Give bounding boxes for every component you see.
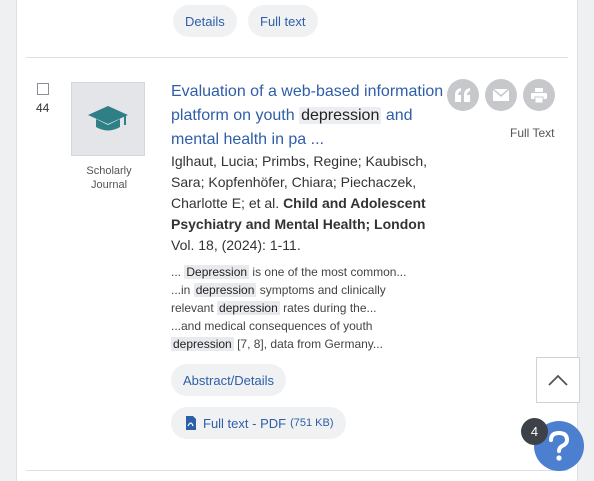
snippet-highlight: depression <box>217 301 280 315</box>
result-divider <box>26 470 568 471</box>
select-result-checkbox[interactable] <box>37 83 49 95</box>
email-icon[interactable] <box>485 79 517 111</box>
full-text-availability: Full Text <box>510 126 555 140</box>
result-divider <box>26 57 568 58</box>
result-number: 44 <box>36 101 50 115</box>
pdf-icon <box>186 416 196 430</box>
snippet-highlight: depression <box>193 283 257 297</box>
pdf-label: Full text - PDF <box>203 415 287 431</box>
graduation-cap-icon <box>88 106 128 131</box>
title-highlight: depression <box>299 107 382 124</box>
chevron-up-icon <box>548 374 568 386</box>
notification-badge: 4 <box>521 418 548 445</box>
pdf-size: (751 KB) <box>290 417 334 429</box>
snippet-highlight: Depression <box>184 265 250 279</box>
volume-info: Vol. 18, (2024): 1-11. <box>171 237 301 253</box>
citation-info: Iglhaut, Lucia; Primbs, Regine; Kaubisch… <box>171 151 441 256</box>
result-title-link[interactable]: Evaluation of a web-based information pl… <box>171 80 456 152</box>
abstract-details-button[interactable]: Abstract/Details <box>171 364 287 396</box>
full-text-pdf-button[interactable]: Full text - PDF (751 KB) <box>171 407 346 439</box>
details-button[interactable]: Details <box>173 5 237 37</box>
snippet-highlight: depression <box>171 337 234 351</box>
document-type-label: Scholarly Journal <box>86 165 132 191</box>
search-snippet: ... Depression is one of the most common… <box>171 265 407 351</box>
cite-icon[interactable] <box>447 79 479 111</box>
full-text-button[interactable]: Full text <box>248 5 318 37</box>
scholarly-journal-thumbnail <box>71 82 145 156</box>
print-icon[interactable] <box>523 79 555 111</box>
question-mark-icon <box>549 431 570 461</box>
scroll-to-top-button[interactable] <box>536 357 580 403</box>
